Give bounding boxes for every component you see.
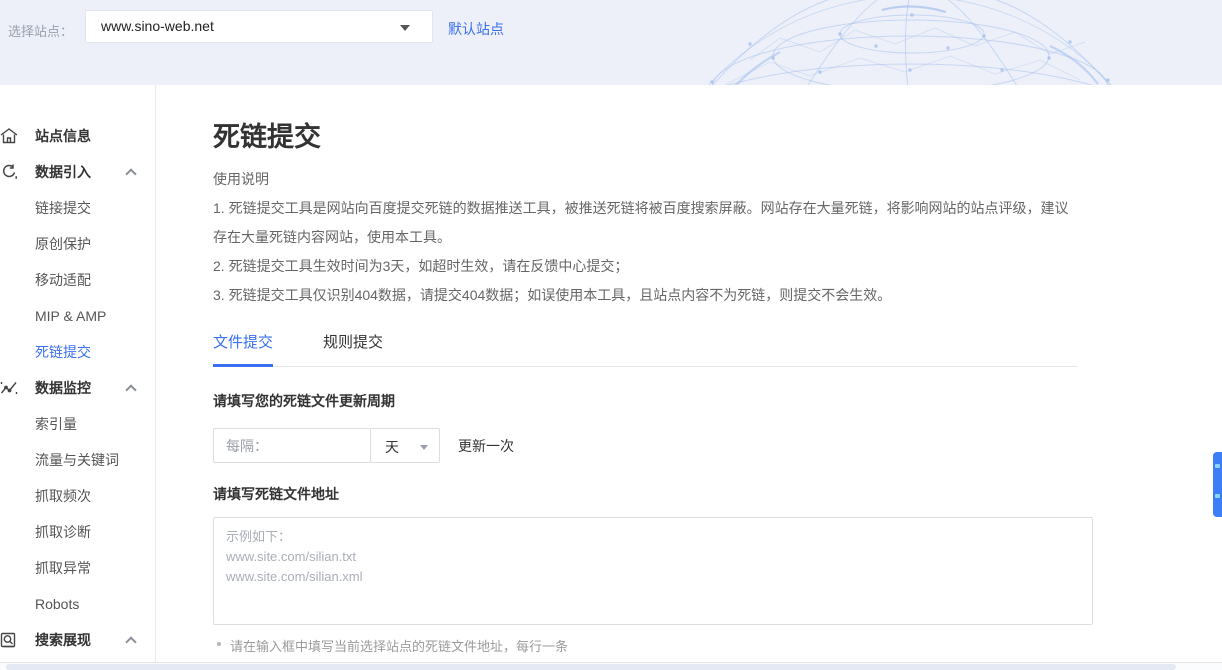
sidebar-item-original-protection[interactable]: 原创保护 <box>0 226 155 262</box>
chevron-down-icon <box>420 445 428 450</box>
site-selector-bar: 选择站点： www.sino-web.net 默认站点 <box>0 0 1222 85</box>
data-import-icon <box>0 163 18 181</box>
sidebar-item-label: 原创保护 <box>35 236 91 252</box>
chevron-down-icon <box>400 25 410 31</box>
usage-instructions: 1. 死链提交工具是网站向百度提交死链的数据推送工具，被推送死链将被百度搜索屏蔽… <box>213 194 1077 310</box>
tab-file-submit[interactable]: 文件提交 <box>213 331 273 367</box>
sidebar-item-label: 数据监控 <box>35 380 91 396</box>
sidebar-item-label: 搜索展现 <box>35 632 91 648</box>
sidebar-item-traffic-keywords[interactable]: 流量与关键词 <box>0 442 155 478</box>
sidebar-item-label: MIP & AMP <box>35 308 106 324</box>
update-cycle-label: 请填写您的死链文件更新周期 <box>213 391 395 411</box>
update-cycle-suffix: 更新一次 <box>458 436 514 456</box>
sidebar-item-crawl-diagnosis[interactable]: 抓取诊断 <box>0 514 155 550</box>
globe-wireframe-graphic <box>630 0 1190 85</box>
default-site-link[interactable]: 默认站点 <box>448 19 504 39</box>
sidebar-item-data-monitor[interactable]: 数据监控 <box>0 370 155 406</box>
sidebar-item-label: 流量与关键词 <box>35 452 119 468</box>
sidebar-item-mip-amp[interactable]: MIP & AMP <box>0 298 155 334</box>
sidebar-item-label: 数据引入 <box>35 164 91 180</box>
sidebar-item-search-display[interactable]: 搜索展现 <box>0 622 155 658</box>
sidebar-item-label: 抓取诊断 <box>35 524 91 540</box>
usage-instructions-title: 使用说明 <box>213 169 269 189</box>
file-address-note: 请在输入框中填写当前选择站点的死链文件地址，每行一条 <box>217 636 568 655</box>
unit-select-value: 天 <box>385 437 399 457</box>
sidebar-item-label: Robots <box>35 596 79 612</box>
horizontal-scrollbar-thumb[interactable] <box>6 664 1176 670</box>
chevron-up-icon <box>125 384 136 395</box>
search-display-icon <box>0 631 18 649</box>
sidebar-item-label: 抓取异常 <box>35 560 91 576</box>
instruction-line: 2. 死链提交工具生效时间为3天，如超时生效，请在反馈中心提交； <box>213 252 1077 281</box>
sidebar-item-robots[interactable]: Robots <box>0 586 155 622</box>
tab-rule-submit[interactable]: 规则提交 <box>323 331 383 367</box>
chevron-up-icon <box>125 168 136 179</box>
submit-tabs: 文件提交 规则提交 <box>213 325 1077 367</box>
instruction-line: 1. 死链提交工具是网站向百度提交死链的数据推送工具，被推送死链将被百度搜索屏蔽… <box>213 194 1077 252</box>
instruction-line: 3. 死链提交工具仅识别404数据，请提交404数据；如误使用本工具，且站点内容… <box>213 281 1077 310</box>
main-content: 死链提交 使用说明 1. 死链提交工具是网站向百度提交死链的数据推送工具，被推送… <box>213 85 1113 670</box>
sidebar-item-label: 抓取频次 <box>35 488 91 504</box>
feedback-tab[interactable] <box>1213 452 1222 517</box>
note-text: 请在输入框中填写当前选择站点的死链文件地址，每行一条 <box>230 636 568 655</box>
sidebar-item-data-import[interactable]: 数据引入 <box>0 154 155 190</box>
chevron-up-icon <box>125 636 136 647</box>
unit-select[interactable]: 天 <box>370 428 440 463</box>
sidebar-item-mobile-adaptation[interactable]: 移动适配 <box>0 262 155 298</box>
sidebar-item-link-submit[interactable]: 链接提交 <box>0 190 155 226</box>
sidebar-item-site-info[interactable]: 站点信息 <box>0 118 155 154</box>
site-selector-dropdown[interactable]: www.sino-web.net <box>85 10 433 43</box>
sidebar-item-crawl-frequency[interactable]: 抓取频次 <box>0 478 155 514</box>
file-address-label: 请填写死链文件地址 <box>213 484 339 504</box>
sidebar-item-label: 索引量 <box>35 416 77 432</box>
sidebar-item-label: 移动适配 <box>35 272 91 288</box>
sidebar-item-label: 站点信息 <box>35 128 91 144</box>
feedback-tab-glyph <box>1215 464 1220 468</box>
feedback-tab-glyph <box>1215 494 1220 498</box>
sidebar-item-dead-link-submit[interactable]: 死链提交 <box>0 334 155 370</box>
sidebar-item-index-volume[interactable]: 索引量 <box>0 406 155 442</box>
site-selector-label: 选择站点： <box>8 21 73 40</box>
bullet-dot <box>217 642 221 646</box>
interval-input[interactable] <box>213 428 371 463</box>
page-title: 死链提交 <box>213 115 321 154</box>
sidebar-item-label: 链接提交 <box>35 200 91 216</box>
sidebar-item-label: 死链提交 <box>35 344 91 360</box>
sidebar: 站点信息 数据引入 链接提交 原创保护 移动适配 MIP & AMP 死链提交 <box>0 85 156 662</box>
home-icon <box>0 127 18 145</box>
horizontal-scrollbar <box>0 662 1222 670</box>
sidebar-item-crawl-anomaly[interactable]: 抓取异常 <box>0 550 155 586</box>
sidebar-nav: 站点信息 数据引入 链接提交 原创保护 移动适配 MIP & AMP 死链提交 <box>0 118 155 658</box>
dead-link-file-textarea[interactable] <box>213 517 1093 625</box>
data-monitor-icon <box>0 379 18 397</box>
site-selector-value: www.sino-web.net <box>101 18 214 34</box>
